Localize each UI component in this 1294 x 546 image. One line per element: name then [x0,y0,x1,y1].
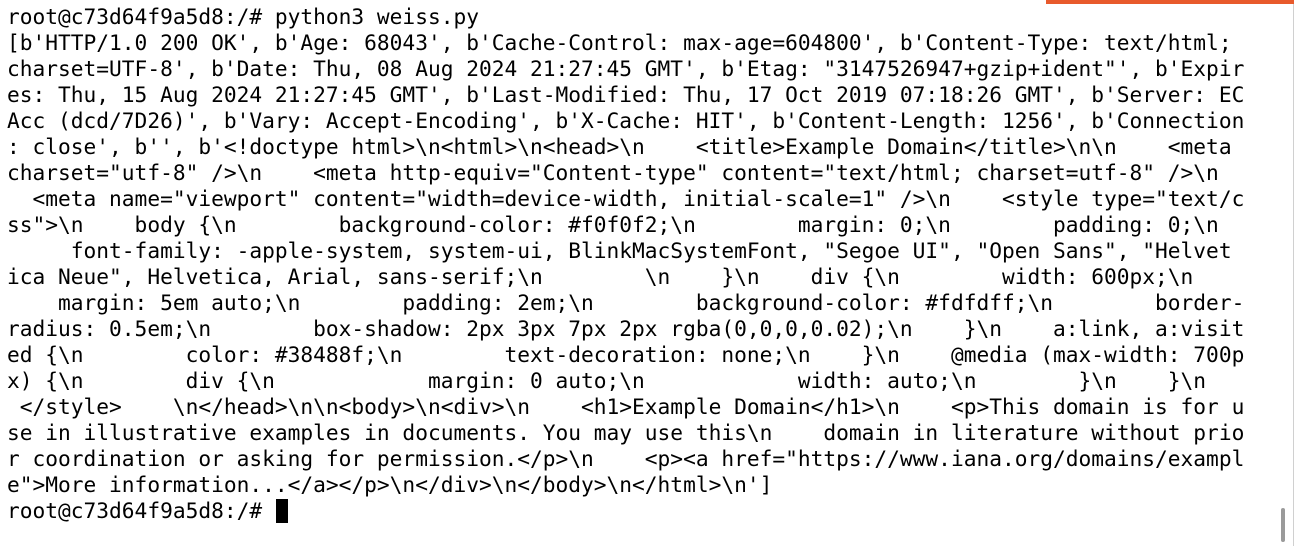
terminal-line: x) {\n div {\n margin: 0 auto;\n width: … [7,368,1207,393]
prompt-line[interactable]: root@c73d64f9a5d8:/# [7,498,1269,524]
terminal-line: charset=UTF-8', b'Date: Thu, 08 Aug 2024… [7,56,1245,81]
terminal-line: <meta name="viewport" content="width=dev… [7,186,1245,211]
terminal-line: r coordination or asking for permission.… [7,446,1245,471]
terminal-line: Acc (dcd/7D26)', b'Vary: Accept-Encoding… [7,108,1245,133]
scrollbar[interactable] [1280,4,1294,546]
terminal-line: ss">\n body {\n background-color: #f0f0f… [7,212,1219,237]
terminal-line: e">More information...</a></p>\n</div>\n… [7,472,773,497]
terminal-line: font-family: -apple-system, system-ui, B… [7,238,1232,263]
terminal-line: ed {\n color: #38488f;\n text-decoration… [7,342,1245,367]
terminal-line: : close', b'', b'<!doctype html>\n<html>… [7,134,1232,159]
terminal-line: radius: 0.5em;\n box-shadow: 2px 3px 7px… [7,316,1245,341]
shell-prompt: root@c73d64f9a5d8:/# [7,498,275,523]
terminal-output[interactable]: root@c73d64f9a5d8:/# python3 weiss.py [b… [7,4,1269,544]
scrollbar-thumb[interactable] [1281,508,1285,542]
terminal-line: </style> \n</head>\n\n<body>\n<div>\n <h… [7,394,1245,419]
terminal-line: es: Thu, 15 Aug 2024 21:27:45 GMT', b'La… [7,82,1245,107]
terminal-line: se in illustrative examples in documents… [7,420,1245,445]
text-cursor [275,499,288,523]
terminal-line: root@c73d64f9a5d8:/# python3 weiss.py [7,4,479,29]
terminal-line: margin: 5em auto;\n padding: 2em;\n back… [7,290,1245,315]
terminal-line: charset="utf-8" />\n <meta http-equiv="C… [7,160,1219,185]
terminal-line: ica Neue", Helvetica, Arial, sans-serif;… [7,264,1194,289]
terminal-window: root@c73d64f9a5d8:/# python3 weiss.py [b… [0,0,1294,546]
terminal-line: [b'HTTP/1.0 200 OK', b'Age: 68043', b'Ca… [7,30,1232,55]
